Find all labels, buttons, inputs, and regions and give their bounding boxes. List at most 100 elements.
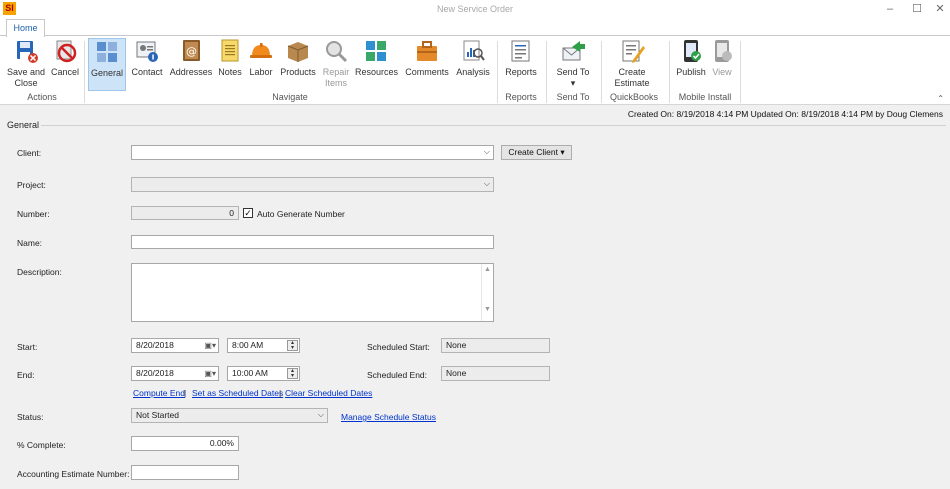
percent-complete-input[interactable]: 0.00% <box>131 436 239 451</box>
group-label-reports: Reports <box>505 92 537 102</box>
end-label: End: <box>17 370 35 380</box>
calendar-icon[interactable]: ▣▾ <box>204 340 216 352</box>
save-icon <box>13 38 39 64</box>
scheduled-start-field: None <box>441 338 550 353</box>
analysis-button[interactable]: Analysis <box>454 38 492 94</box>
minimize-icon[interactable]: – <box>876 1 904 17</box>
section-title-general: General <box>7 120 40 130</box>
ribbon-divider <box>546 41 547 103</box>
start-date-value: 8/20/2018 <box>136 340 174 350</box>
manage-schedule-status-link[interactable]: Manage Schedule Status <box>341 412 436 422</box>
scheduled-end-label: Scheduled End: <box>367 370 428 380</box>
repair-items-button[interactable]: Repair Items <box>320 38 352 94</box>
contact-button[interactable]: Contact <box>129 38 165 94</box>
window-title: New Service Order <box>436 4 514 14</box>
ribbon-divider <box>740 41 741 103</box>
repair-items-label: Repair Items <box>322 67 350 88</box>
ribbon-divider <box>84 41 85 103</box>
group-label-quickbooks: QuickBooks <box>609 92 659 102</box>
resources-button[interactable]: Resources <box>355 38 399 94</box>
set-scheduled-dates-link[interactable]: Set as Scheduled Dates <box>192 388 283 398</box>
spinner-icon[interactable]: ▴ ▾ <box>287 368 298 379</box>
comments-button[interactable]: Comments <box>404 38 450 94</box>
scheduled-end-field: None <box>441 366 550 381</box>
create-estimate-button[interactable]: Create Estimate <box>608 38 656 94</box>
calendar-icon[interactable]: ▣▾ <box>204 368 216 380</box>
view-button[interactable]: View <box>709 38 735 94</box>
tab-home[interactable]: Home <box>6 19 45 37</box>
end-date-value: 8/20/2018 <box>136 368 174 378</box>
description-scrollbar[interactable]: ▲ ▼ <box>481 264 493 321</box>
ribbon: Save and Close Cancel Actions General Co… <box>0 35 950 105</box>
start-date-picker[interactable]: 8/20/2018 ▣▾ <box>131 338 219 353</box>
analysis-label: Analysis <box>456 67 490 77</box>
project-select[interactable]: ⌵ <box>131 177 494 192</box>
svg-text:@: @ <box>186 45 197 58</box>
client-label: Client: <box>17 148 42 158</box>
chevron-down-icon: ⌵ <box>483 147 490 156</box>
resources-icon <box>363 38 389 64</box>
addresses-button[interactable]: @ Addresses <box>169 38 213 94</box>
status-label: Status: <box>17 412 44 422</box>
notes-icon <box>217 38 243 64</box>
notes-button[interactable]: Notes <box>216 38 244 94</box>
client-select[interactable]: ⌵ <box>131 145 494 160</box>
contact-icon <box>134 38 160 64</box>
clear-scheduled-dates-link[interactable]: Clear Scheduled Dates <box>285 388 372 398</box>
reports-icon <box>508 38 534 64</box>
name-input[interactable] <box>131 235 494 249</box>
comments-icon <box>414 38 440 64</box>
percent-complete-label: % Complete: <box>17 440 66 450</box>
close-icon[interactable]: ✕ <box>926 1 950 17</box>
labor-button[interactable]: Labor <box>246 38 276 94</box>
project-label: Project: <box>17 180 46 190</box>
cancel-button[interactable]: Cancel <box>50 38 80 94</box>
dropdown-arrow-icon: ▾ <box>570 78 576 88</box>
send-to-label: Send To <box>556 67 590 77</box>
ribbon-tab-row: Home <box>0 19 950 37</box>
send-to-button[interactable]: Send To ▾ <box>556 38 590 94</box>
start-time-picker[interactable]: 8:00 AM ▴ ▾ <box>227 338 300 353</box>
spinner-icon[interactable]: ▴ ▾ <box>287 340 298 351</box>
dropdown-arrow-icon: ▾ <box>560 147 565 157</box>
end-time-picker[interactable]: 10:00 AM ▴ ▾ <box>227 366 300 381</box>
cancel-label: Cancel <box>50 67 79 77</box>
collapse-ribbon-icon[interactable]: ⌃ <box>937 94 944 103</box>
end-date-picker[interactable]: 8/20/2018 ▣▾ <box>131 366 219 381</box>
accounting-estimate-input[interactable] <box>131 465 239 480</box>
general-button[interactable]: General <box>88 38 126 91</box>
created-updated-info: Created On: 8/19/2018 4:14 PM Updated On… <box>627 109 943 119</box>
addresses-icon: @ <box>178 38 204 64</box>
description-textarea[interactable]: ▲ ▼ <box>131 263 494 322</box>
group-label-send-to: Send To <box>556 92 590 102</box>
addresses-label: Addresses <box>169 67 213 77</box>
products-button[interactable]: Products <box>279 38 317 94</box>
start-label: Start: <box>17 342 38 352</box>
auto-generate-checkbox[interactable]: ✓ <box>243 208 253 218</box>
link-separator: | <box>184 388 187 398</box>
labor-label: Labor <box>249 67 273 77</box>
cancel-icon <box>52 38 78 64</box>
number-field[interactable]: 0 <box>131 206 239 220</box>
group-label-navigate: Navigate <box>272 92 308 102</box>
view-icon <box>709 38 735 64</box>
save-and-close-button[interactable]: Save and Close <box>4 38 48 94</box>
start-time-value: 8:00 AM <box>232 340 264 350</box>
scroll-up-icon[interactable]: ▲ <box>482 264 493 276</box>
status-select[interactable]: Not Started ⌵ <box>131 408 328 423</box>
accounting-estimate-label: Accounting Estimate Number: <box>17 469 130 479</box>
create-client-button[interactable]: Create Client ▾ <box>501 145 572 160</box>
title-bar: SI New Service Order – ☐ ✕ <box>0 0 950 19</box>
compute-end-link[interactable]: Compute End <box>133 388 185 398</box>
reports-label: Reports <box>505 67 537 77</box>
resources-label: Resources <box>355 67 399 77</box>
ribbon-divider <box>497 41 498 103</box>
scroll-down-icon[interactable]: ▼ <box>482 304 493 316</box>
comments-label: Comments <box>405 67 449 77</box>
publish-icon <box>678 38 704 64</box>
chevron-down-icon: ⌵ <box>317 410 324 419</box>
group-label-mobile-install: Mobile Install <box>678 92 732 102</box>
reports-button[interactable]: Reports <box>502 38 540 94</box>
publish-button[interactable]: Publish <box>674 38 708 94</box>
create-client-label: Create Client <box>508 147 558 157</box>
